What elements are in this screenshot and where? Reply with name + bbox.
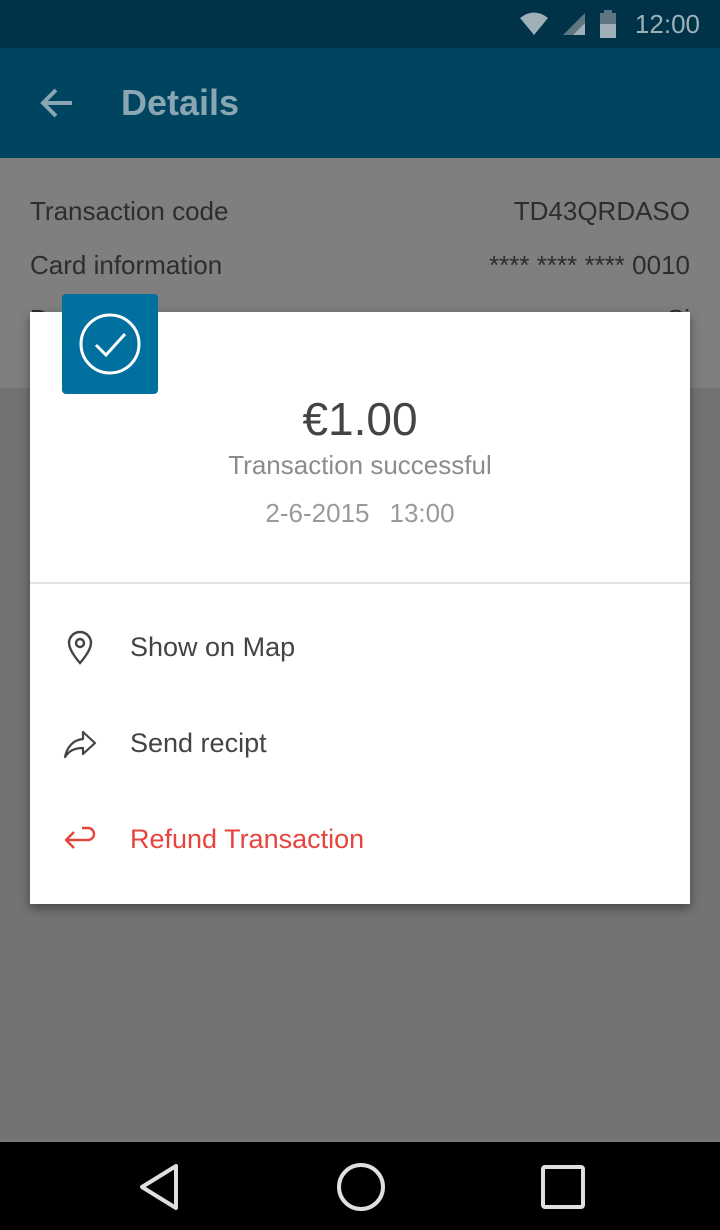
signal-icon xyxy=(562,13,585,35)
share-arrow-icon xyxy=(63,730,97,759)
home-circle-icon[interactable] xyxy=(336,1162,386,1212)
detail-label: Transaction code xyxy=(30,196,229,226)
transaction-amount: €1.00 xyxy=(302,393,418,445)
show-on-map-button[interactable]: Show on Map xyxy=(30,600,690,696)
refund-arrow-icon xyxy=(64,826,96,849)
battery-icon xyxy=(599,10,616,38)
refund-transaction-button[interactable]: Refund Transaction xyxy=(30,792,690,888)
detail-label: Card information xyxy=(30,250,223,280)
refund-transaction-label: Refund Transaction xyxy=(130,824,365,854)
transaction-dialog: €1.00 Transaction successful 2-6-2015 13:… xyxy=(30,312,690,904)
send-receipt-button[interactable]: Send recipt xyxy=(30,696,690,792)
status-bar: 12:00 xyxy=(0,0,720,48)
transaction-datetime: 2-6-2015 13:00 xyxy=(30,498,690,529)
status-icons: 12:00 xyxy=(519,8,700,40)
detail-row: Transaction code TD43QRDASO xyxy=(30,196,690,236)
arrow-back-icon[interactable] xyxy=(36,83,76,123)
transaction-time: 13:00 xyxy=(389,498,455,528)
navigation-bar xyxy=(0,1142,720,1230)
wifi-icon xyxy=(519,12,548,35)
detail-value: **** **** **** 0010 xyxy=(489,250,690,280)
back-triangle-icon[interactable] xyxy=(136,1162,186,1212)
show-on-map-label: Show on Map xyxy=(130,632,296,662)
send-receipt-label: Send recipt xyxy=(130,728,267,758)
check-circle-icon xyxy=(79,313,141,375)
app-bar: Details xyxy=(0,48,720,158)
detail-row: Card information **** **** **** 0010 xyxy=(30,250,690,290)
transaction-status: Transaction successful xyxy=(228,450,492,480)
recents-square-icon[interactable] xyxy=(538,1162,588,1212)
transaction-date: 2-6-2015 xyxy=(265,498,370,528)
detail-value: TD43QRDASO xyxy=(513,196,690,226)
page-title: Details xyxy=(121,82,240,123)
success-badge xyxy=(62,294,158,394)
map-pin-icon xyxy=(67,630,93,665)
clock: 12:00 xyxy=(634,8,700,39)
divider xyxy=(30,582,690,584)
